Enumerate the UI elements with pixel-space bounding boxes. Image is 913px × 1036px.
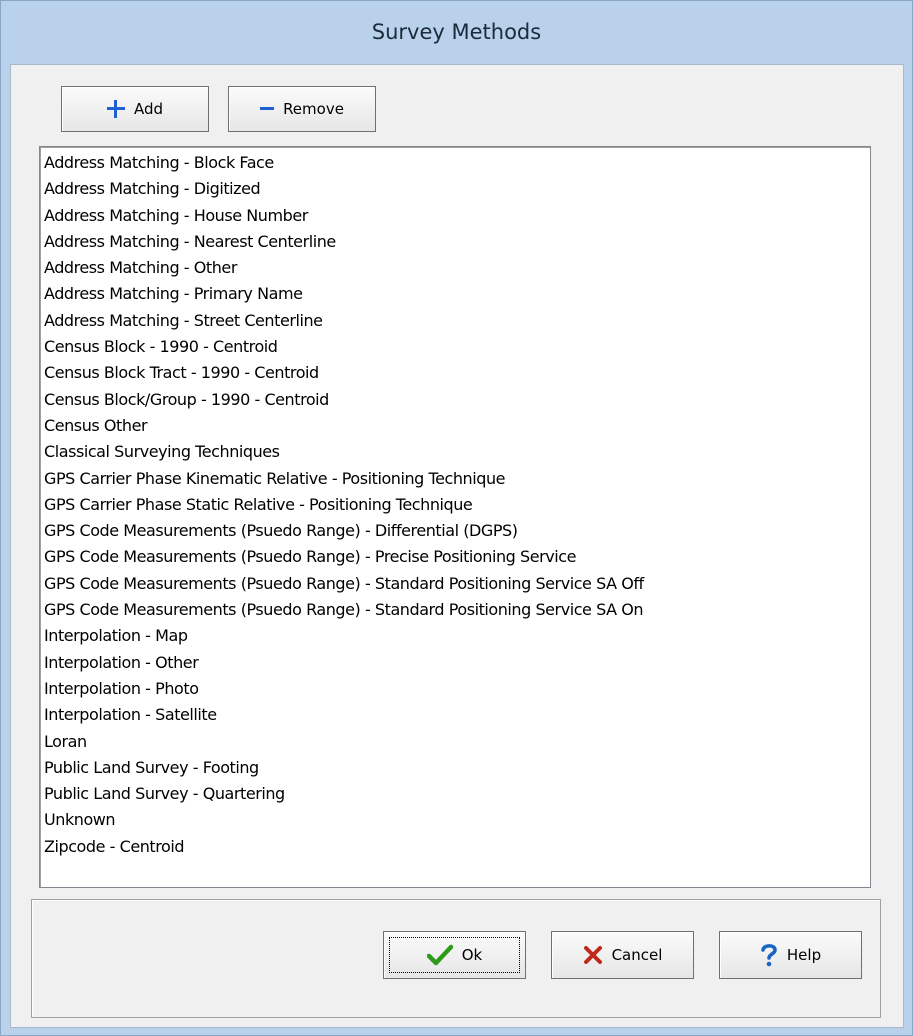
list-item[interactable]: Classical Surveying Techniques bbox=[44, 439, 870, 465]
question-mark-icon bbox=[761, 944, 777, 967]
button-panel: Ok Cancel Help bbox=[31, 899, 881, 1018]
title-bar[interactable]: Survey Methods bbox=[1, 1, 912, 63]
list-item[interactable]: Zipcode - Centroid bbox=[44, 834, 870, 860]
list-item[interactable]: GPS Carrier Phase Kinematic Relative - P… bbox=[44, 466, 870, 492]
list-item[interactable]: Address Matching - House Number bbox=[44, 203, 870, 229]
survey-methods-items: Address Matching - Block Face Address Mat… bbox=[40, 147, 870, 860]
list-item[interactable]: Address Matching - Block Face bbox=[44, 150, 870, 176]
list-item[interactable]: Unknown bbox=[44, 807, 870, 833]
list-item[interactable]: Census Other bbox=[44, 413, 870, 439]
ok-button-label: Ok bbox=[461, 946, 483, 964]
list-item[interactable]: Loran bbox=[44, 729, 870, 755]
list-item[interactable]: GPS Code Measurements (Psuedo Range) - D… bbox=[44, 518, 870, 544]
remove-button-label: Remove bbox=[283, 100, 344, 118]
cancel-button[interactable]: Cancel bbox=[551, 931, 694, 979]
list-item[interactable]: Interpolation - Photo bbox=[44, 676, 870, 702]
list-item[interactable]: Interpolation - Map bbox=[44, 623, 870, 649]
list-item[interactable]: Address Matching - Digitized bbox=[44, 176, 870, 202]
survey-methods-dialog: Survey Methods Add Remove Address Matchi… bbox=[0, 0, 913, 1036]
add-button-label: Add bbox=[133, 100, 164, 118]
focus-rectangle bbox=[389, 937, 520, 973]
list-item[interactable]: Address Matching - Other bbox=[44, 255, 870, 281]
dialog-client-area: Add Remove Address Matching - Block Face… bbox=[10, 64, 904, 1028]
x-icon bbox=[583, 946, 602, 964]
list-item[interactable]: Census Block Tract - 1990 - Centroid bbox=[44, 360, 870, 386]
list-item[interactable]: Public Land Survey - Footing bbox=[44, 755, 870, 781]
list-item[interactable]: Interpolation - Other bbox=[44, 650, 870, 676]
list-item[interactable]: Interpolation - Satellite bbox=[44, 702, 870, 728]
list-item[interactable]: Address Matching - Nearest Centerline bbox=[44, 229, 870, 255]
remove-button[interactable]: Remove bbox=[228, 86, 376, 132]
help-button[interactable]: Help bbox=[719, 931, 862, 979]
add-button[interactable]: Add bbox=[61, 86, 209, 132]
list-item[interactable]: Census Block - 1990 - Centroid bbox=[44, 334, 870, 360]
ok-button[interactable]: Ok bbox=[383, 931, 526, 979]
help-button-label: Help bbox=[786, 946, 822, 964]
list-item[interactable]: GPS Code Measurements (Psuedo Range) - P… bbox=[44, 544, 870, 570]
list-item[interactable]: GPS Code Measurements (Psuedo Range) - S… bbox=[44, 571, 870, 597]
list-item[interactable]: Census Block/Group - 1990 - Centroid bbox=[44, 387, 870, 413]
survey-methods-list[interactable]: Address Matching - Block Face Address Mat… bbox=[39, 146, 871, 888]
minus-icon bbox=[260, 100, 275, 118]
list-item[interactable]: Address Matching - Primary Name bbox=[44, 281, 870, 307]
list-item[interactable]: Public Land Survey - Quartering bbox=[44, 781, 870, 807]
dialog-title: Survey Methods bbox=[371, 20, 542, 44]
list-item[interactable]: Address Matching - Street Centerline bbox=[44, 308, 870, 334]
cancel-button-label: Cancel bbox=[611, 946, 663, 964]
list-item[interactable]: GPS Code Measurements (Psuedo Range) - S… bbox=[44, 597, 870, 623]
plus-icon bbox=[106, 100, 125, 118]
list-item[interactable]: GPS Carrier Phase Static Relative - Posi… bbox=[44, 492, 870, 518]
